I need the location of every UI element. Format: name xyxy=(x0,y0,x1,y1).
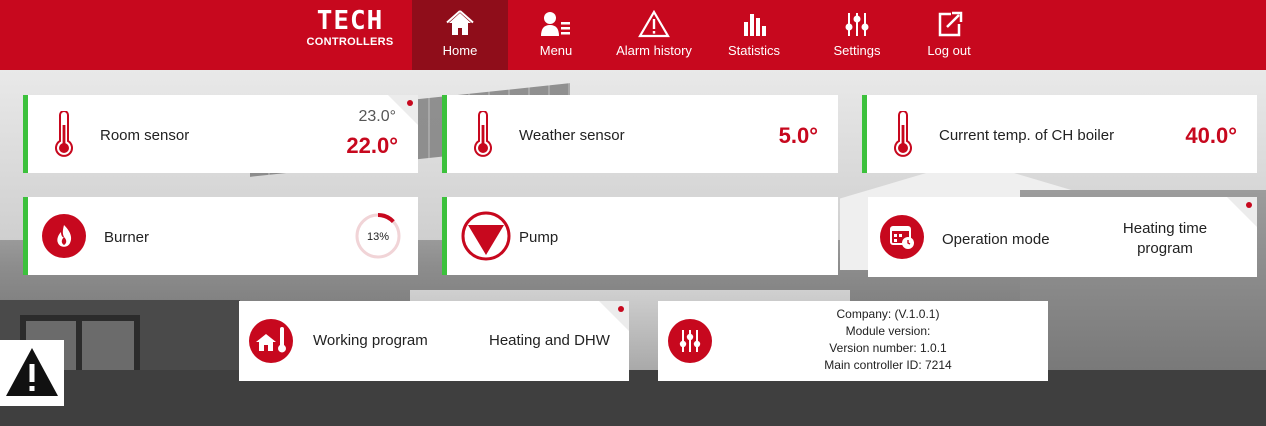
pump-triangle-icon xyxy=(461,211,511,261)
nav-settings[interactable]: Settings xyxy=(826,0,888,70)
ch-boiler-label: Current temp. of CH boiler xyxy=(939,127,1115,144)
menu-user-icon xyxy=(541,12,570,36)
nav-log-out[interactable]: Log out xyxy=(916,0,982,70)
nav-menu-label: Menu xyxy=(539,43,573,58)
module-info: Company: (V.1.0.1) Module version: Versi… xyxy=(824,307,952,372)
nav-alarm-history-label: Alarm history xyxy=(616,43,692,58)
room-sensor-tile[interactable]: Room sensor 23.0° 22.0° xyxy=(23,95,418,173)
working-program-label: Working program xyxy=(313,332,428,349)
nav-statistics-label: Statistics xyxy=(727,43,780,58)
operation-mode-tile[interactable]: Operation mode Heating time program xyxy=(868,197,1257,277)
burner-progress-ring: 13% xyxy=(355,213,401,259)
nav-statistics[interactable]: Statistics xyxy=(714,0,794,70)
nav-home[interactable]: Home xyxy=(412,0,508,70)
settings-sliders-icon xyxy=(668,319,712,363)
statistics-bars-icon xyxy=(744,14,766,36)
working-program-tile[interactable]: Working program Heating and DHW xyxy=(239,301,629,381)
burner-label: Burner xyxy=(104,229,150,246)
burner-percent: 13% xyxy=(367,231,389,243)
nav-log-out-label: Log out xyxy=(927,43,971,58)
working-program-value: Heating and DHW xyxy=(489,332,610,349)
nav-home-label: Home xyxy=(442,43,478,58)
warning-triangle-icon xyxy=(6,348,58,396)
edit-corner-icon[interactable] xyxy=(1227,197,1257,227)
nav-menu[interactable]: Menu xyxy=(520,0,592,70)
weather-sensor-tile[interactable]: Weather sensor 5.0° xyxy=(442,95,838,173)
pump-label: Pump xyxy=(519,229,559,246)
home-icon xyxy=(446,10,474,35)
weather-sensor-value: 5.0° xyxy=(778,123,818,148)
burner-tile[interactable]: Burner 13% xyxy=(23,197,418,275)
logout-icon xyxy=(938,11,963,37)
edit-corner-icon[interactable] xyxy=(599,301,629,331)
weather-sensor-label: Weather sensor xyxy=(519,127,625,144)
operation-mode-label: Operation mode xyxy=(942,231,1050,248)
nav-settings-label: Settings xyxy=(833,43,881,58)
calendar-clock-icon xyxy=(880,215,924,259)
pump-tile[interactable]: Pump xyxy=(442,197,838,275)
ch-boiler-value: 40.0° xyxy=(1185,123,1237,148)
thermometer-icon xyxy=(894,111,912,157)
nav-alarm-history[interactable]: Alarm history xyxy=(605,0,703,70)
alarm-triangle-icon xyxy=(638,10,670,38)
top-navigation-bar: TECH CONTROLLERS Home Menu Alarm history xyxy=(0,0,1266,70)
room-sensor-label: Room sensor xyxy=(100,127,190,144)
settings-sliders-icon xyxy=(845,13,869,36)
alert-button[interactable] xyxy=(0,340,64,406)
flame-icon xyxy=(42,214,86,258)
room-sensor-current-value: 22.0° xyxy=(346,133,398,158)
edit-corner-icon[interactable] xyxy=(388,95,418,125)
thermometer-icon xyxy=(55,111,73,157)
info-tile: Company: (V.1.0.1) Module version: Versi… xyxy=(658,301,1048,381)
operation-mode-value: Heating time program xyxy=(1122,220,1208,257)
house-thermometer-icon xyxy=(249,319,293,363)
tech-controllers-logo: TECH CONTROLLERS xyxy=(306,6,394,48)
ch-boiler-tile[interactable]: Current temp. of CH boiler 40.0° xyxy=(862,95,1257,173)
thermometer-icon xyxy=(474,111,492,157)
